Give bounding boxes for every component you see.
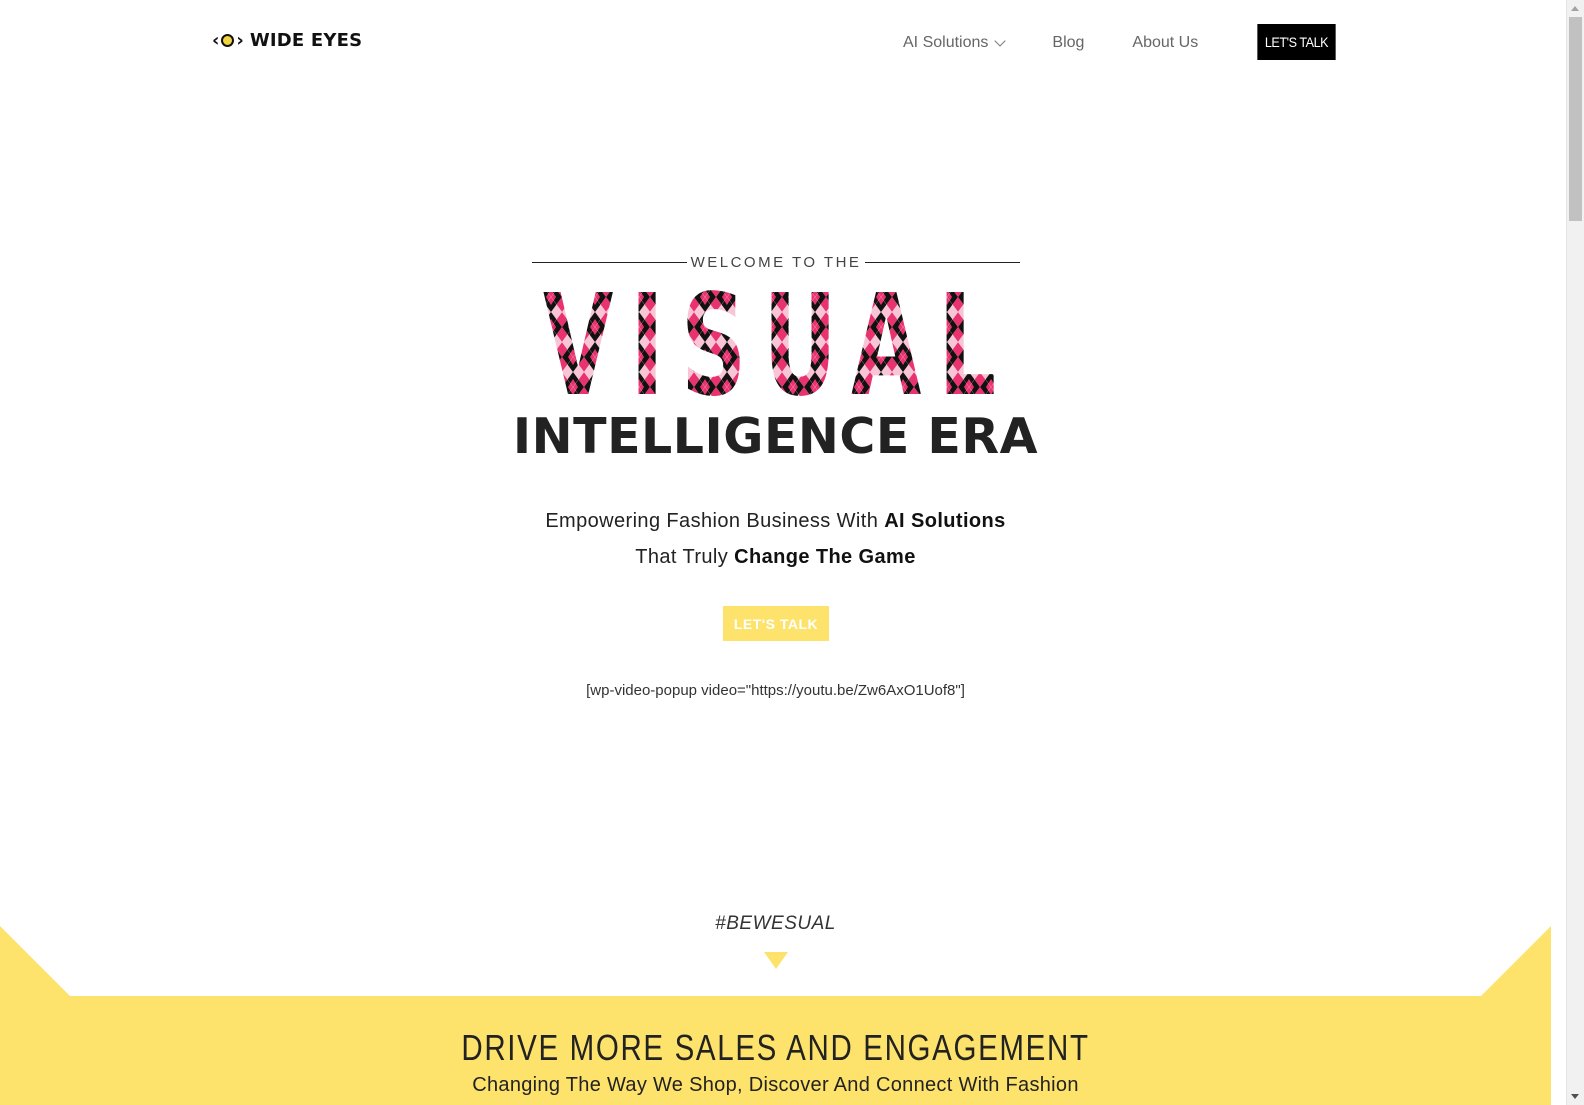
nav-about-us[interactable]: About Us: [1132, 34, 1198, 52]
tagline-line-1: Empowering Fashion Business With AI Solu…: [0, 503, 1551, 539]
visual-argyle-heading: VISUAL: [540, 282, 1016, 400]
main-nav: AI Solutions Blog About Us LET'S TALK: [903, 24, 1336, 62]
hero-lets-talk-button[interactable]: LET'S TALK: [723, 606, 829, 641]
tagline-line-2-bold: Change The Game: [734, 546, 916, 568]
page: ‹ › WIDE EYES AI Solutions Blog About Us …: [0, 0, 1567, 1105]
scroll-up-arrow-icon[interactable]: [1571, 6, 1579, 11]
vertical-scrollbar[interactable]: [1566, 0, 1584, 1105]
tagline-line-1-regular: Empowering Fashion Business With: [545, 510, 885, 532]
video-shortcode-text: [wp-video-popup video="https://youtu.be/…: [586, 682, 965, 699]
scroll-down-arrow-icon[interactable]: [1571, 1094, 1579, 1099]
chevron-down-icon: [994, 34, 1007, 47]
nav-blog[interactable]: Blog: [1052, 34, 1084, 52]
hero-headline: INTELLIGENCE ERA: [512, 408, 1039, 465]
divider-left: [532, 261, 687, 264]
hashtag-text: #BEWESUAL: [715, 913, 836, 934]
header-lets-talk-button[interactable]: LET'S TALK: [1257, 24, 1336, 60]
section-subtitle: Changing The Way We Shop, Discover And C…: [472, 1074, 1079, 1096]
section-title: DRIVE MORE SALES AND ENGAGEMENT: [461, 1027, 1090, 1068]
nav-about-us-label: About Us: [1132, 34, 1199, 51]
scrollbar-thumb[interactable]: [1569, 17, 1582, 221]
down-arrow-icon: [764, 952, 788, 969]
hero-tagline: Empowering Fashion Business With AI Solu…: [0, 503, 1551, 575]
visual-word: VISUAL: [543, 282, 1013, 400]
logo[interactable]: ‹ › WIDE EYES: [212, 30, 362, 51]
nav-blog-label: Blog: [1052, 34, 1085, 51]
divider-right: [864, 261, 1020, 264]
tagline-line-2-regular: That Truly: [635, 546, 735, 568]
logo-text: WIDE EYES: [249, 30, 363, 51]
nav-ai-solutions-label: AI Solutions: [903, 34, 989, 51]
welcome-text: WELCOME TO THE: [690, 254, 862, 271]
visual-argyle-svg: VISUAL: [543, 282, 1013, 400]
welcome-row: WELCOME TO THE: [532, 254, 1020, 271]
nav-ai-solutions[interactable]: AI Solutions: [903, 34, 1007, 52]
eye-logo-icon: ‹ ›: [212, 30, 244, 51]
tagline-line-2: That Truly Change The Game: [0, 539, 1551, 575]
tagline-line-1-bold: AI Solutions: [884, 510, 1006, 532]
